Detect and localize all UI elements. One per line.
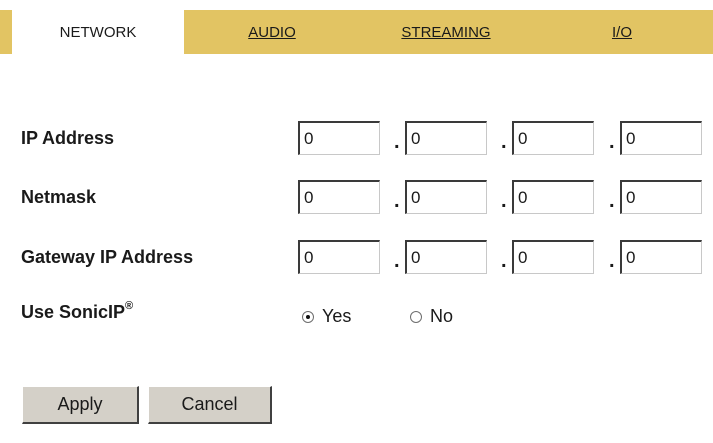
octet-separator: .: [501, 131, 507, 153]
gateway-octet-1[interactable]: [298, 240, 380, 274]
sonicip-no-label: No: [430, 306, 454, 326]
tab-bar: NETWORK AUDIO STREAMING I/O: [0, 10, 713, 54]
sonicip-label-text: Use SonicIP: [21, 302, 126, 322]
ip-address-octet-4[interactable]: [620, 121, 702, 155]
octet-separator: .: [609, 250, 615, 272]
cancel-button[interactable]: Cancel: [148, 386, 272, 424]
netmask-octet-2[interactable]: [405, 180, 487, 214]
sonicip-no-radio[interactable]: [410, 310, 422, 323]
ip-address-octet-2[interactable]: [405, 121, 487, 155]
sonicip-yes-option[interactable]: Yes: [302, 306, 351, 327]
octet-separator: .: [609, 131, 615, 153]
sonicip-yes-label: Yes: [322, 306, 352, 326]
netmask-octet-4[interactable]: [620, 180, 702, 214]
octet-separator: .: [609, 190, 615, 212]
ip-address-octet-1[interactable]: [298, 121, 380, 155]
tab-audio[interactable]: AUDIO: [237, 10, 307, 54]
gateway-octet-3[interactable]: [512, 240, 594, 274]
ip-address-octet-3[interactable]: [512, 121, 594, 155]
gateway-octet-4[interactable]: [620, 240, 702, 274]
octet-separator: .: [501, 190, 507, 212]
tab-streaming[interactable]: STREAMING: [386, 10, 506, 54]
octet-separator: .: [394, 131, 400, 153]
octet-separator: .: [501, 250, 507, 272]
netmask-label: Netmask: [21, 187, 97, 207]
sonicip-no-option[interactable]: No: [410, 306, 453, 327]
netmask-octet-3[interactable]: [512, 180, 594, 214]
octet-separator: .: [394, 190, 400, 212]
sonicip-label: Use SonicIP®: [21, 300, 134, 323]
ip-address-label: IP Address: [21, 128, 115, 148]
sonicip-yes-radio[interactable]: [302, 310, 314, 323]
netmask-octet-1[interactable]: [298, 180, 380, 214]
registered-mark: ®: [125, 300, 134, 312]
gateway-octet-2[interactable]: [405, 240, 487, 274]
octet-separator: .: [394, 250, 400, 272]
tab-io[interactable]: I/O: [602, 10, 642, 54]
apply-button[interactable]: Apply: [22, 386, 139, 424]
tab-network[interactable]: NETWORK: [12, 10, 184, 54]
gateway-label: Gateway IP Address: [21, 247, 194, 267]
